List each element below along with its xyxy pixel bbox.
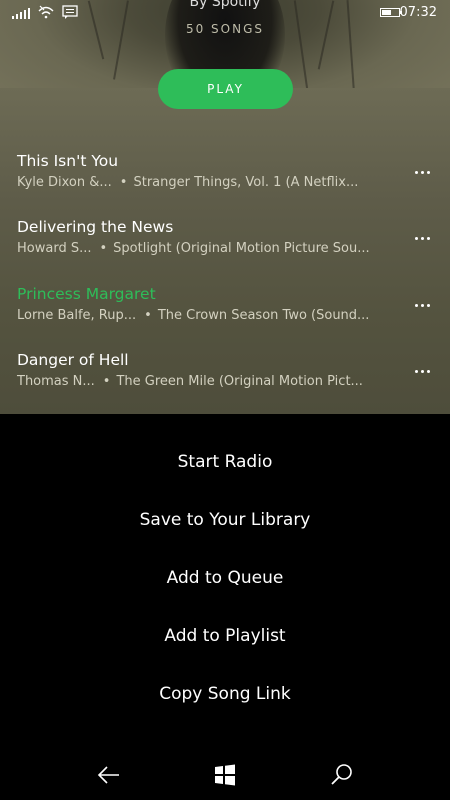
separator-dot: • (144, 308, 152, 323)
clock: 07:32 (399, 5, 437, 20)
status-bar: 07:32 (0, 0, 450, 26)
separator-dot: • (102, 374, 111, 389)
track-album: Stranger Things, Vol. 1 (A Netflix... (133, 175, 359, 190)
signal-icon (12, 7, 30, 19)
wifi-icon (38, 5, 54, 19)
back-arrow-icon[interactable] (96, 762, 122, 788)
track-album: The Crown Season Two (Sound... (157, 308, 370, 323)
add-to-queue-menu-item[interactable]: Add to Queue (0, 568, 450, 588)
play-button[interactable]: PLAY (158, 69, 293, 109)
track-row[interactable]: Danger of Hell Thomas N... • The Green Mil… (0, 351, 450, 411)
windows-start-icon[interactable] (212, 762, 238, 788)
system-nav-bar (0, 750, 450, 800)
track-row[interactable]: Delivering the News Howard S... • Spotligh… (0, 218, 450, 278)
save-to-library-menu-item[interactable]: Save to Your Library (0, 510, 450, 530)
track-meta: Howard S... • Spotlight (Original Motion P… (17, 241, 370, 256)
more-options-icon[interactable] (412, 228, 432, 248)
track-album: Spotlight (Original Motion Picture Sou..… (113, 241, 370, 256)
message-icon (62, 5, 78, 19)
track-artist: Kyle Dixon &... (17, 175, 112, 190)
track-meta: Lorne Balfe, Rup... • The Crown Season Two… (17, 308, 369, 323)
track-row[interactable]: Princess Margaret Lorne Balfe, Rup... • Th… (0, 285, 450, 345)
add-to-playlist-menu-item[interactable]: Add to Playlist (0, 626, 450, 646)
track-title: Princess Margaret (17, 285, 156, 303)
search-icon[interactable] (329, 762, 355, 788)
track-album: The Green Mile (Original Motion Pict... (116, 374, 363, 389)
track-artist: Thomas N... (17, 374, 95, 389)
copy-song-link-menu-item[interactable]: Copy Song Link (0, 684, 450, 704)
track-meta: Thomas N... • The Green Mile (Original Mot… (17, 374, 363, 389)
more-options-icon[interactable] (412, 361, 432, 381)
track-title: This Isn't You (17, 152, 119, 170)
track-title: Delivering the News (17, 218, 174, 236)
track-artist: Howard S... (17, 241, 92, 256)
more-options-icon[interactable] (412, 295, 432, 315)
start-radio-menu-item[interactable]: Start Radio (0, 452, 450, 472)
battery-icon (380, 8, 402, 17)
more-options-icon[interactable] (412, 162, 432, 182)
track-artist: Lorne Balfe, Rup... (17, 308, 137, 323)
track-title: Danger of Hell (17, 351, 129, 369)
track-row[interactable]: This Isn't You Kyle Dixon &... • Stranger … (0, 152, 450, 212)
track-list: This Isn't You Kyle Dixon &... • Stranger … (0, 88, 450, 414)
track-meta: Kyle Dixon &... • Stranger Things, Vol. 1 … (17, 175, 358, 190)
separator-dot: • (119, 175, 128, 190)
separator-dot: • (99, 241, 108, 256)
